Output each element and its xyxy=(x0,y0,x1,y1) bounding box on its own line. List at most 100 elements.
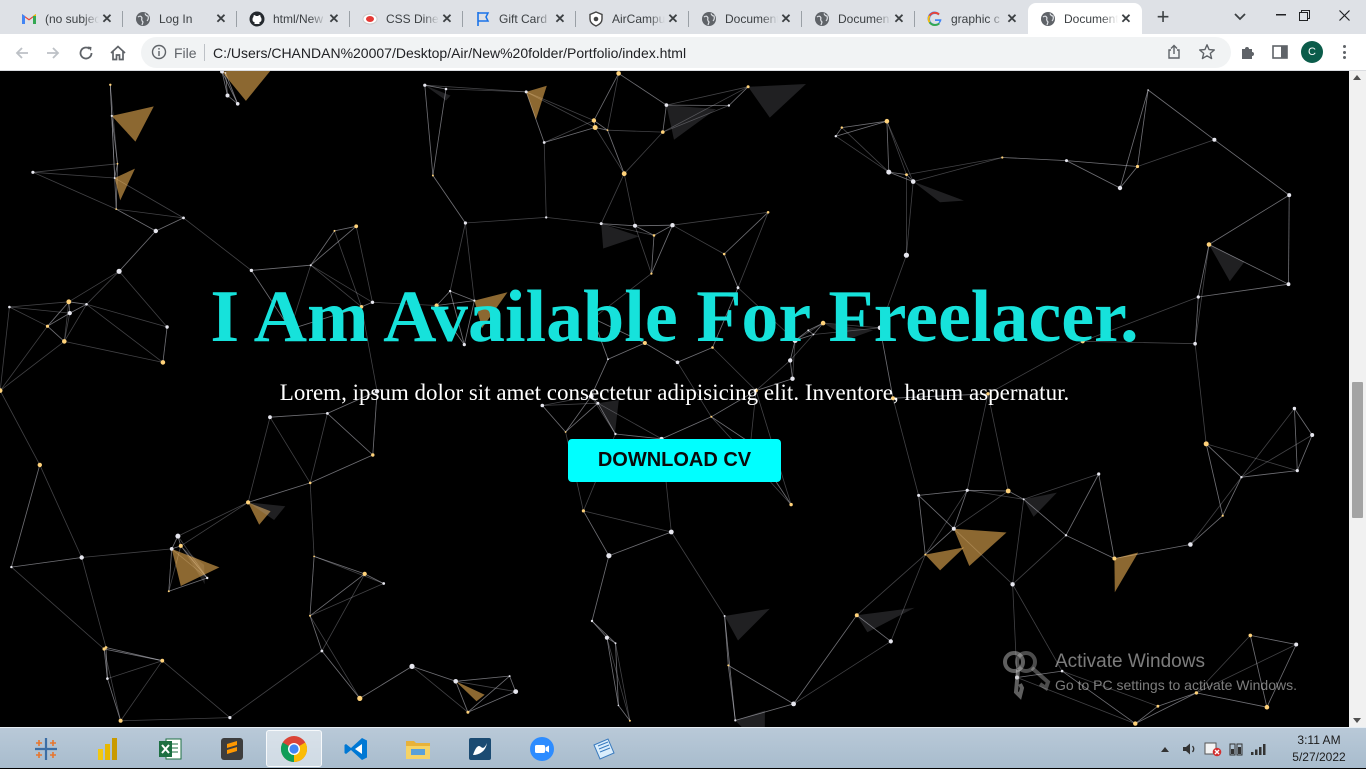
google-icon xyxy=(927,11,943,27)
globe-icon xyxy=(1040,11,1056,27)
zoom-icon xyxy=(528,735,556,763)
browser-tab[interactable]: (no subject)✕ xyxy=(9,3,123,34)
address-bar[interactable]: File C:/Users/CHANDAN%20007/Desktop/Air/… xyxy=(141,37,1231,68)
github-icon xyxy=(249,11,265,27)
page-scrollbar[interactable] xyxy=(1349,71,1366,727)
extensions-puzzle-icon[interactable] xyxy=(1239,43,1257,61)
tab-title: CSS Diner xyxy=(386,12,439,26)
clock-date: 5/27/2022 xyxy=(1284,749,1354,766)
taskbar-app-zoom[interactable] xyxy=(514,730,570,767)
system-tray xyxy=(1160,728,1268,769)
taskbar-app-mysql-workbench[interactable] xyxy=(452,730,508,767)
power-bi-icon xyxy=(94,735,122,763)
browser-tab[interactable]: Log In✕ xyxy=(123,3,237,34)
taskbar-app-file-explorer[interactable] xyxy=(390,730,446,767)
tab-close-icon[interactable]: ✕ xyxy=(439,11,455,27)
browser-menu-button[interactable] xyxy=(1336,42,1352,62)
browser-tab[interactable]: AirCampus✕ xyxy=(576,3,689,34)
action-center-icon[interactable] xyxy=(1204,741,1222,757)
file-explorer-icon xyxy=(403,735,433,763)
tab-close-icon[interactable]: ✕ xyxy=(326,11,342,27)
browser-tab[interactable]: Document✕ xyxy=(1028,3,1142,34)
taskbar-app-excel[interactable] xyxy=(142,730,198,767)
browser-tab[interactable]: Document✕ xyxy=(802,3,915,34)
forward-button[interactable] xyxy=(40,40,66,66)
share-icon[interactable] xyxy=(1166,44,1182,60)
tab-close-icon[interactable]: ✕ xyxy=(1118,11,1134,27)
watermark-subtitle: Go to PC settings to activate Windows. xyxy=(1055,677,1297,693)
globe-icon xyxy=(701,11,717,27)
page-viewport: I Am Available For Freelacer. Lorem, ips… xyxy=(0,71,1349,727)
tab-close-icon[interactable]: ✕ xyxy=(552,11,568,27)
notepad-icon xyxy=(590,735,618,763)
tab-title: graphic c xyxy=(951,12,1004,26)
taskbar-app-vscode[interactable] xyxy=(328,730,384,767)
flag-icon xyxy=(475,11,491,27)
restore-button[interactable] xyxy=(1285,0,1323,30)
vscode-icon xyxy=(342,735,370,763)
side-panel-icon[interactable] xyxy=(1271,43,1289,61)
reload-button[interactable] xyxy=(73,40,99,66)
tab-title: html/New xyxy=(273,12,326,26)
bookmark-star-icon[interactable] xyxy=(1198,43,1216,61)
show-hidden-icons-icon[interactable] xyxy=(1160,745,1170,753)
gmail-icon xyxy=(21,11,37,27)
hero-title: I Am Available For Freelacer. xyxy=(0,269,1349,365)
volume-icon[interactable] xyxy=(1182,742,1198,756)
excel-icon xyxy=(156,735,184,763)
battery-icon[interactable] xyxy=(1228,741,1244,757)
browser-tab[interactable]: CSS Diner✕ xyxy=(350,3,463,34)
taskbar-app-notepad[interactable] xyxy=(576,730,632,767)
network-signal-icon[interactable] xyxy=(1250,742,1268,756)
tab-search-button[interactable] xyxy=(1230,7,1250,27)
arrow-left-icon xyxy=(14,45,30,61)
close-window-button[interactable] xyxy=(1325,0,1363,30)
url-text[interactable]: C:/Users/CHANDAN%20007/Desktop/Air/New%2… xyxy=(213,45,686,61)
download-cv-button[interactable]: DOWNLOAD CV xyxy=(568,439,781,482)
tab-close-icon[interactable]: ✕ xyxy=(665,11,681,27)
taskbar-app-sublime-text[interactable] xyxy=(204,730,260,767)
browser-tab[interactable]: Document✕ xyxy=(689,3,802,34)
browser-tab[interactable]: Gift Card✕ xyxy=(463,3,576,34)
restore-icon xyxy=(1299,10,1310,21)
scroll-down-arrow-icon[interactable] xyxy=(1353,718,1361,723)
info-icon[interactable] xyxy=(151,44,167,60)
taskbar-app-chrome[interactable] xyxy=(266,730,322,767)
clock-time: 3:11 AM xyxy=(1284,732,1354,749)
tab-close-icon[interactable]: ✕ xyxy=(1004,11,1020,27)
windows-taskbar: 3:11 AM 5/27/2022 xyxy=(0,727,1366,768)
tab-close-icon[interactable]: ✕ xyxy=(99,11,115,27)
omnibox-divider xyxy=(204,44,205,61)
tab-title: AirCampus xyxy=(612,12,665,26)
home-button[interactable] xyxy=(105,40,131,66)
tab-title: Gift Card xyxy=(499,12,552,26)
close-icon xyxy=(1339,10,1350,21)
sublime-text-icon xyxy=(218,735,246,763)
keys-icon xyxy=(1000,648,1056,704)
browser-tab[interactable]: html/New✕ xyxy=(237,3,350,34)
tab-strip: (no subject)✕Log In✕html/New✕CSS Diner✕G… xyxy=(0,0,1366,34)
globe-icon xyxy=(814,11,830,27)
tab-title: Document xyxy=(838,12,891,26)
hero-section: I Am Available For Freelacer. Lorem, ips… xyxy=(0,71,1349,551)
new-tab-button[interactable]: + xyxy=(1151,5,1175,29)
taskbar-app-power-bi[interactable] xyxy=(80,730,136,767)
tab-close-icon[interactable]: ✕ xyxy=(213,11,229,27)
chrome-icon xyxy=(279,734,309,764)
back-button[interactable] xyxy=(9,40,35,66)
profile-avatar[interactable]: C xyxy=(1301,41,1323,63)
system-clock[interactable]: 3:11 AM 5/27/2022 xyxy=(1284,732,1354,766)
scheme-label: File xyxy=(174,45,197,61)
tab-close-icon[interactable]: ✕ xyxy=(891,11,907,27)
css-diner-icon xyxy=(362,11,378,27)
browser-tab[interactable]: graphic c✕ xyxy=(915,3,1028,34)
taskbar-app-tableau[interactable] xyxy=(18,730,74,767)
mysql-workbench-icon xyxy=(466,735,494,763)
tab-close-icon[interactable]: ✕ xyxy=(778,11,794,27)
arrow-right-icon xyxy=(45,45,61,61)
scrollbar-thumb[interactable] xyxy=(1352,382,1363,518)
aircampus-icon xyxy=(588,11,604,27)
scroll-up-arrow-icon[interactable] xyxy=(1353,75,1361,80)
tableau-icon xyxy=(32,735,60,763)
home-icon xyxy=(109,45,127,61)
